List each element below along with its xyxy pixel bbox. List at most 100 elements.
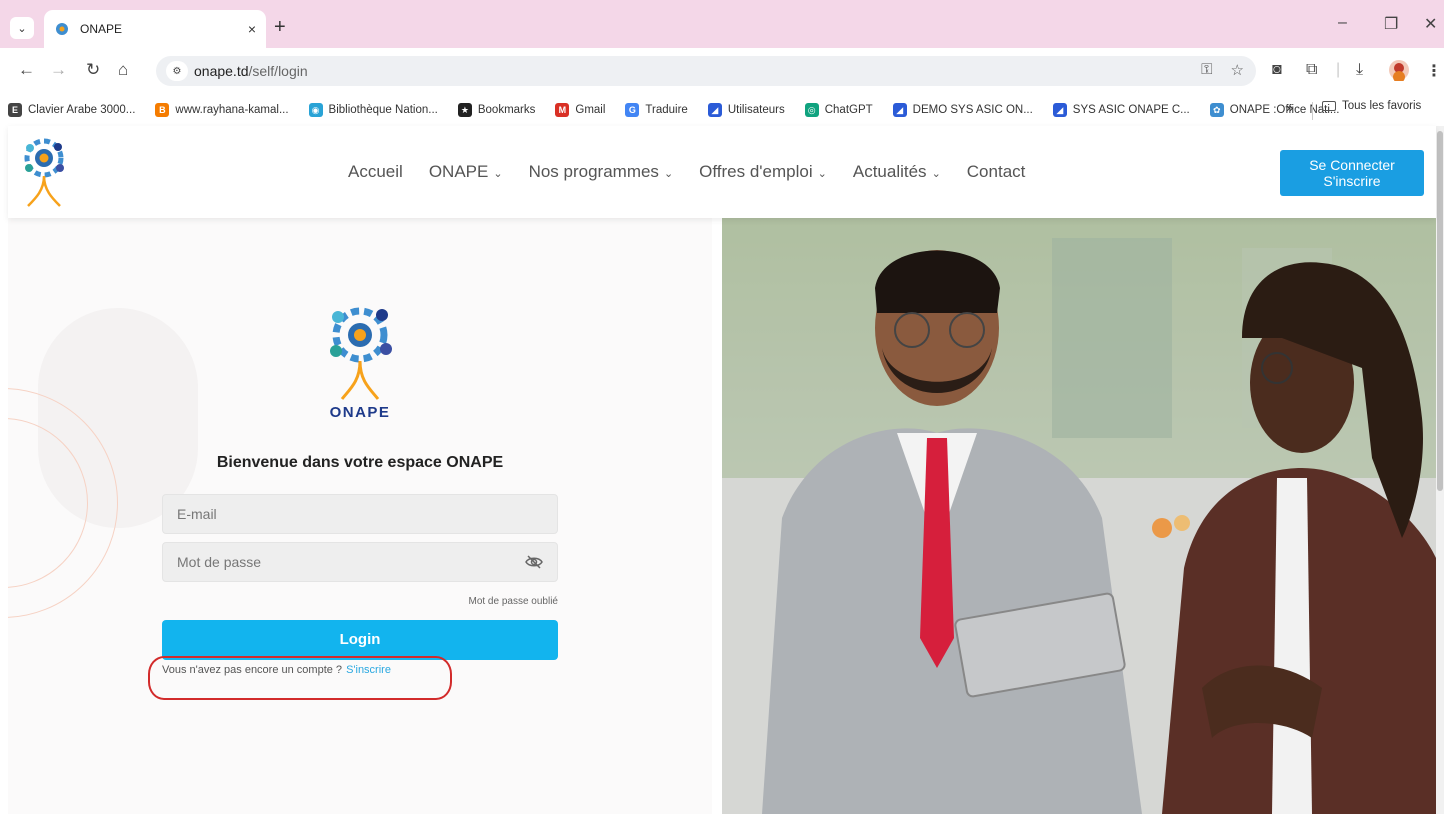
bookmark-label: SYS ASIC ONAPE C... <box>1072 104 1190 116</box>
nav-item[interactable]: Nos programmes ⌄ <box>529 162 674 182</box>
url-text[interactable]: onape.td/self/login <box>194 63 308 79</box>
forgot-password-link[interactable]: Mot de passe oublié <box>162 596 558 607</box>
tab-search-chevron-icon[interactable]: ⌄ <box>10 17 34 39</box>
bookmark-label: Clavier Arabe 3000... <box>28 104 136 116</box>
forward-arrow-icon[interactable]: → <box>50 60 67 80</box>
nav-item[interactable]: Accueil <box>348 162 403 182</box>
onape-brand-logo: ONAPE <box>330 307 392 421</box>
bookmark-favicon-icon: ✿ <box>1209 103 1224 117</box>
eye-slash-icon[interactable] <box>525 553 543 571</box>
web-page: Accueil ONAPE ⌄ Nos programmes ⌄ Offres d'emp… <box>0 126 1444 814</box>
bookmark-item[interactable]: E Clavier Arabe 3000... <box>8 103 135 117</box>
bookmark-star-icon[interactable]: ☆ <box>1231 61 1244 79</box>
bookmark-item[interactable]: ◢ DEMO SYS ASIC ON... <box>892 103 1033 117</box>
address-bar[interactable]: ⚙ onape.td/self/login ⚿ ☆ <box>156 56 1256 86</box>
nav-item-label: ONAPE <box>428 162 489 181</box>
password-key-icon[interactable]: ⚿ <box>1201 61 1212 79</box>
login-panel: ONAPE Bienvenue dans votre espace ONAPE … <box>8 218 712 814</box>
browser-toolbar: ← → ↻ ⌂ ⚙ onape.td/self/login ⚿ ☆ ◙ ⧉ | … <box>0 48 1444 94</box>
bookmark-favicon-icon: ◢ <box>892 103 907 117</box>
bookmarks-bar: E Clavier Arabe 3000... Bwww.rayhana-kamal… <box>0 94 1444 126</box>
back-arrow-icon[interactable]: ← <box>18 60 35 80</box>
screenshot-camera-icon[interactable]: ◙ <box>1272 61 1282 79</box>
bookmark-item[interactable]: ◢ SYS ASIC ONAPE C... <box>1052 103 1190 117</box>
browser-tab-bar: ⌄ ONAPE × + – ❐ ✕ <box>0 0 1444 48</box>
bookmark-item[interactable]: ◉ Bibliothèque Nation... <box>308 103 438 117</box>
password-field-wrapper <box>162 542 558 582</box>
new-tab-icon[interactable]: + <box>274 17 286 37</box>
window-close-icon[interactable]: ✕ <box>1424 14 1437 34</box>
bookmark-item[interactable]: ◎ ChatGPT <box>804 103 873 117</box>
folder-icon <box>1322 101 1336 111</box>
main-navigation: Accueil ONAPE ⌄ Nos programmes ⌄ Offres d'emp… <box>348 162 1025 182</box>
bookmark-label: Traduire <box>645 104 688 116</box>
nav-item[interactable]: Offres d'emploi ⌄ <box>699 162 827 182</box>
home-icon[interactable]: ⌂ <box>118 60 128 80</box>
bookmark-item[interactable]: ✿ ONAPE :Office Nati... <box>1209 103 1339 117</box>
bookmark-favicon-icon: E <box>8 103 22 117</box>
email-input[interactable] <box>177 506 543 522</box>
bookmark-label: DEMO SYS ASIC ON... <box>912 104 1033 116</box>
chevron-down-icon: ⌄ <box>817 168 827 180</box>
bookmark-favicon-icon: ◎ <box>804 103 819 117</box>
url-path: /self/login <box>248 63 308 79</box>
site-header: Accueil ONAPE ⌄ Nos programmes ⌄ Offres d'emp… <box>8 126 1436 218</box>
bookmark-item[interactable]: M Gmail <box>555 103 605 117</box>
password-input[interactable] <box>177 554 543 570</box>
bookmark-favicon-icon: ◢ <box>1052 103 1067 117</box>
tab-close-icon[interactable]: × <box>248 21 256 37</box>
bookmark-label: Utilisateurs <box>727 104 785 116</box>
nav-item-label: Actualités <box>852 162 927 181</box>
nav-item[interactable]: Actualités ⌄ <box>853 162 941 182</box>
connect-label: Se Connecter <box>1309 157 1395 173</box>
downloads-icon[interactable]: ⤓ <box>1356 61 1363 79</box>
reload-icon[interactable]: ↻ <box>86 60 100 80</box>
bookmark-label: Bookmarks <box>477 104 536 116</box>
toolbar-divider: | <box>1336 61 1341 78</box>
nav-item-label: Accueil <box>348 162 403 181</box>
chevron-down-icon: ⌄ <box>493 168 503 180</box>
all-bookmarks-label: Tous les favoris <box>1342 100 1422 112</box>
profile-avatar[interactable] <box>1388 59 1410 81</box>
onape-logo-icon[interactable] <box>22 138 66 208</box>
login-signup-button[interactable]: Se Connecter S'inscrire <box>1280 150 1424 196</box>
chevron-down-icon: ⌄ <box>663 168 674 180</box>
onape-favicon-icon <box>56 23 68 35</box>
all-bookmarks-folder[interactable]: Tous les favoris <box>1322 100 1421 112</box>
bookmark-item[interactable]: G Traduire <box>625 103 688 117</box>
nav-item[interactable]: Contact <box>967 162 1026 182</box>
business-people-illustration <box>722 218 1436 814</box>
scrollbar-thumb[interactable] <box>1437 131 1443 491</box>
email-field-wrapper <box>162 494 558 534</box>
page-scrollbar[interactable] <box>1436 126 1444 814</box>
login-button[interactable]: Login <box>162 620 558 660</box>
bookmark-favicon-icon: ★ <box>457 103 472 117</box>
extensions-puzzle-icon[interactable]: ⧉ <box>1306 61 1317 79</box>
tab-title: ONAPE <box>80 22 123 36</box>
maximize-icon[interactable]: ❐ <box>1384 14 1398 34</box>
bookmark-favicon-icon: B <box>155 103 170 117</box>
browser-menu-icon[interactable]: ⋮ <box>1426 61 1442 81</box>
bookmark-item[interactable]: ★ Bookmarks <box>457 103 536 117</box>
site-info-icon[interactable]: ⚙ <box>166 61 188 81</box>
bookmark-favicon-icon: M <box>555 103 570 117</box>
browser-tab-onape[interactable]: ONAPE × <box>44 10 266 48</box>
nav-item[interactable]: ONAPE ⌄ <box>429 162 503 182</box>
bookmark-favicon-icon: G <box>625 103 640 117</box>
chevron-down-icon: ⌄ <box>931 168 941 180</box>
url-host: onape.td <box>194 63 249 79</box>
bookmark-label: Bibliothèque Nation... <box>328 104 438 116</box>
bookmark-item[interactable]: Bwww.rayhana-kamal... <box>155 103 289 117</box>
bookmark-item[interactable]: ◢ Utilisateurs <box>707 103 785 117</box>
logo-wordmark: ONAPE <box>330 404 391 421</box>
bookmark-favicon-icon: ◢ <box>707 103 722 117</box>
minimize-icon[interactable]: – <box>1338 14 1347 32</box>
bookmarks-overflow-icon[interactable]: » <box>1286 100 1293 115</box>
bookmarks-divider <box>1312 102 1313 120</box>
signup-label: S'inscrire <box>1323 173 1381 189</box>
nav-item-label: Contact <box>966 162 1026 181</box>
nav-item-label: Offres d'emploi <box>699 162 813 181</box>
bookmark-label: Gmail <box>575 104 606 116</box>
bookmark-label: www.rayhana-kamal... <box>175 104 289 116</box>
bookmark-favicon-icon: ◉ <box>308 103 323 117</box>
